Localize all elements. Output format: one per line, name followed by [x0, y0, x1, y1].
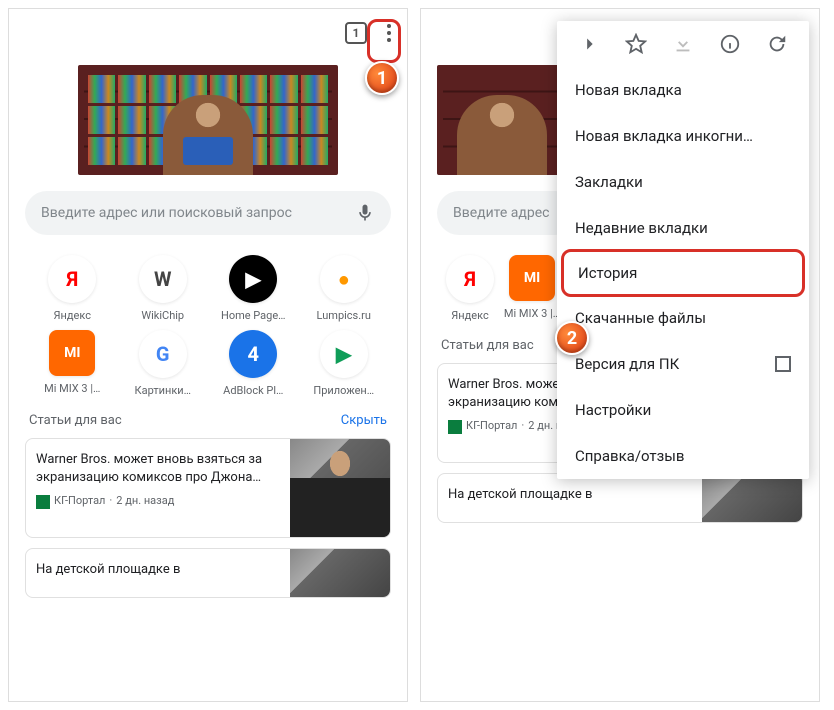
overflow-menu: Новая вкладкаНовая вкладка инкогни…Закла…	[557, 21, 809, 479]
mic-icon[interactable]	[355, 203, 375, 223]
shortcut-tile[interactable]: ▶ Home Page…	[210, 255, 297, 322]
shortcut-label: AdBlock Pl…	[223, 384, 283, 397]
article-card[interactable]: На детской площадке в	[437, 473, 803, 523]
shortcut-icon: G	[139, 330, 187, 378]
search-placeholder: Введите адрес	[453, 205, 561, 221]
shortcut-tile[interactable]: W WikiChip	[120, 255, 207, 322]
articles-header: Статьи для вас Скрыть	[9, 397, 407, 438]
callout-2: 2	[555, 321, 589, 355]
articles-title: Статьи для вас	[441, 338, 534, 353]
shortcut-icon: ●	[320, 255, 368, 303]
info-icon[interactable]	[719, 33, 741, 55]
menu-item-недавние-вкладки[interactable]: Недавние вкладки	[557, 205, 809, 251]
shortcut-tile[interactable]: ● Lumpics.ru	[301, 255, 388, 322]
search-bar[interactable]: Введите адрес или поисковый запрос	[25, 191, 391, 235]
shortcut-label: Яндекс	[451, 309, 488, 322]
shortcut-tile[interactable]: 4 AdBlock Pl…	[210, 330, 297, 397]
shortcut-icon: Я	[446, 255, 494, 303]
source-icon	[448, 420, 462, 434]
shortcut-label: Mi MIX 3 |…	[504, 307, 560, 320]
phone-right: Введите адрес Я Яндекс MI Mi MIX 3 |… Стать…	[420, 8, 820, 702]
article-thumb	[290, 439, 390, 537]
menu-item-скачанные-файлы[interactable]: Скачанные файлы	[557, 295, 809, 341]
article-thumb	[290, 549, 390, 597]
star-icon[interactable]	[625, 33, 647, 55]
source-icon	[36, 495, 50, 509]
shortcut-icon: 4	[229, 330, 277, 378]
desktop-site-checkbox[interactable]	[775, 356, 791, 372]
article-meta: КГ-Портал · 2 дн. назад	[36, 494, 280, 509]
shortcut-tile[interactable]: Я Яндекс	[29, 255, 116, 322]
shortcut-label: Mi MIX 3 |…	[44, 382, 100, 395]
menu-item-новая-вкладка[interactable]: Новая вкладка	[557, 67, 809, 113]
shortcut-label: Приложен…	[313, 384, 374, 397]
menu-item-закладки[interactable]: Закладки	[557, 159, 809, 205]
article-title: На детской площадке в	[448, 486, 692, 504]
shortcut-tile[interactable]: Я Яндекс	[441, 255, 499, 322]
menu-icon-row	[557, 21, 809, 67]
menu-item-история[interactable]: История	[561, 249, 805, 297]
shortcut-icon: MI	[49, 330, 95, 376]
shortcut-tile[interactable]: MI Mi MIX 3 |…	[29, 330, 116, 397]
topbar: 1	[9, 9, 407, 57]
shortcut-tile[interactable]: MI Mi MIX 3 |…	[503, 255, 561, 322]
google-doodle[interactable]	[78, 65, 338, 175]
shortcut-label: Картинки…	[135, 384, 191, 397]
articles-title: Статьи для вас	[29, 413, 122, 428]
menu-item-версия-для-пк[interactable]: Версия для ПК	[557, 341, 809, 387]
phone-left: 1 1 Введите адрес или поисковый запрос Я…	[8, 8, 408, 702]
shortcuts-grid: Я Яндекс W WikiChip ▶ Home Page… ● Lumpics.ru MI…	[9, 255, 407, 397]
menu-item-настройки[interactable]: Настройки	[557, 387, 809, 433]
shortcut-label: Home Page…	[221, 309, 286, 322]
menu-item-справка-отзыв[interactable]: Справка/отзыв	[557, 433, 809, 479]
shortcut-icon: MI	[509, 255, 555, 301]
shortcut-icon: Я	[48, 255, 96, 303]
callout-1: 1	[365, 61, 399, 95]
shortcut-tile[interactable]: ▶ Приложен…	[301, 330, 388, 397]
tab-switcher-button[interactable]: 1	[345, 22, 367, 44]
reload-icon[interactable]	[766, 33, 788, 55]
download-icon[interactable]	[672, 33, 694, 55]
shortcut-icon: ▶	[320, 330, 368, 378]
shortcut-label: Яндекс	[54, 309, 91, 322]
article-card[interactable]: Warner Bros. может вновь взяться за экра…	[25, 438, 391, 538]
article-title: Warner Bros. может вновь взяться за экра…	[36, 451, 280, 486]
shortcut-tile[interactable]: G Картинки…	[120, 330, 207, 397]
menu-item-новая-вкладка-инкогни-[interactable]: Новая вкладка инкогни…	[557, 113, 809, 159]
article-title: На детской площадке в	[36, 561, 280, 579]
shortcut-icon: ▶	[229, 255, 277, 303]
search-placeholder: Введите адрес или поисковый запрос	[41, 205, 355, 221]
article-card[interactable]: На детской площадке в	[25, 548, 391, 598]
forward-icon[interactable]	[578, 33, 600, 55]
shortcut-label: WikiChip	[141, 309, 184, 322]
more-menu-button[interactable]	[383, 20, 395, 46]
search-bar[interactable]: Введите адрес	[437, 191, 577, 235]
google-doodle[interactable]	[437, 65, 567, 175]
shortcut-label: Lumpics.ru	[317, 309, 371, 322]
shortcut-icon: W	[139, 255, 187, 303]
articles-hide-link[interactable]: Скрыть	[341, 413, 387, 428]
article-thumb	[702, 474, 802, 522]
